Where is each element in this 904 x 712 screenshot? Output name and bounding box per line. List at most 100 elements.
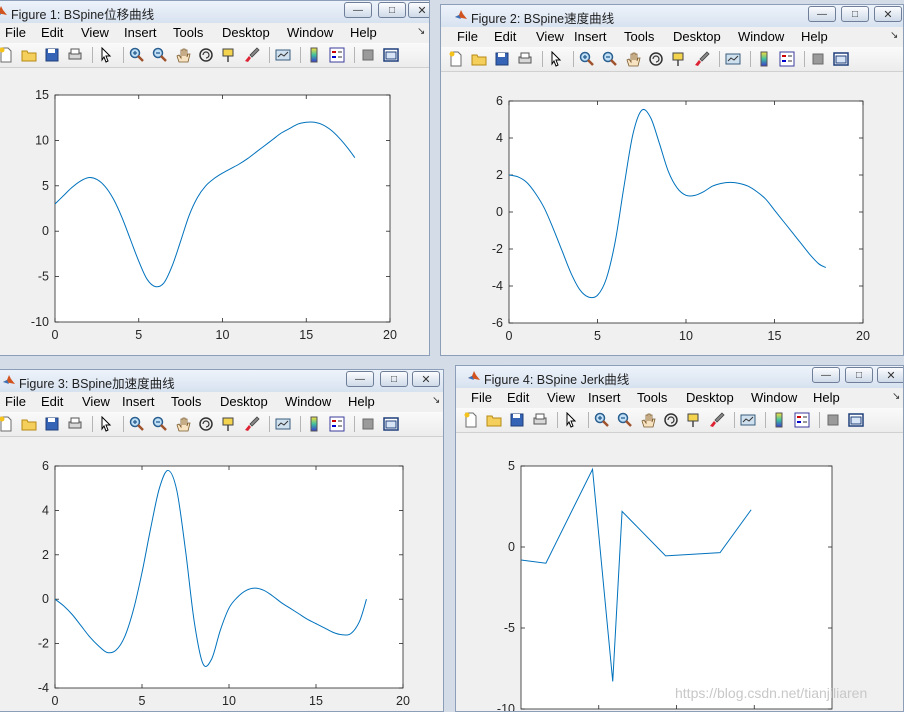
legend-icon[interactable] <box>779 51 795 67</box>
pan-hand-icon[interactable] <box>640 412 656 428</box>
pointer-icon[interactable] <box>563 412 579 428</box>
rotate-3d-icon[interactable] <box>663 412 679 428</box>
legend-icon[interactable] <box>329 47 345 63</box>
print-icon[interactable] <box>532 412 548 428</box>
menu-view[interactable]: View <box>536 29 564 44</box>
brush-icon[interactable] <box>244 47 260 63</box>
brush-icon[interactable] <box>709 412 725 428</box>
save-icon[interactable] <box>44 47 60 63</box>
open-folder-icon[interactable] <box>21 47 37 63</box>
open-folder-icon[interactable] <box>471 51 487 67</box>
print-icon[interactable] <box>517 51 533 67</box>
new-file-icon[interactable] <box>448 51 464 67</box>
zoom-in-icon[interactable] <box>129 47 145 63</box>
menu-insert[interactable]: Insert <box>588 390 621 405</box>
menu-help[interactable]: Help <box>801 29 828 44</box>
link-plot-icon[interactable] <box>275 47 291 63</box>
brush-icon[interactable] <box>244 416 260 432</box>
colorbar-icon[interactable] <box>306 416 322 432</box>
title-bar[interactable]: Figure 1: BSpine位移曲线 — □ ✕ <box>0 1 429 24</box>
maximize-button[interactable]: □ <box>380 371 408 387</box>
menu-file[interactable]: File <box>5 25 26 40</box>
maximize-button[interactable]: □ <box>845 367 873 383</box>
minimize-button[interactable]: — <box>346 371 374 387</box>
show-plot-tools-icon[interactable] <box>383 416 399 432</box>
menu-desktop[interactable]: Desktop <box>673 29 721 44</box>
pan-hand-icon[interactable] <box>175 47 191 63</box>
show-plot-tools-icon[interactable] <box>848 412 864 428</box>
figure-window-3[interactable]: Figure 3: BSpine加速度曲线 — □ ✕ File Edit View Inse… <box>0 369 444 712</box>
zoom-in-icon[interactable] <box>579 51 595 67</box>
menu-edit[interactable]: Edit <box>41 394 63 409</box>
menu-help[interactable]: Help <box>348 394 375 409</box>
menu-window[interactable]: Window <box>738 29 784 44</box>
menu-edit[interactable]: Edit <box>507 390 529 405</box>
axes-box[interactable] <box>54 94 391 323</box>
rotate-3d-icon[interactable] <box>648 51 664 67</box>
menu-window[interactable]: Window <box>751 390 797 405</box>
axes-box[interactable] <box>508 100 864 324</box>
menu-view[interactable]: View <box>82 394 110 409</box>
axes-box[interactable] <box>520 465 833 710</box>
print-icon[interactable] <box>67 47 83 63</box>
menu-insert[interactable]: Insert <box>122 394 155 409</box>
maximize-button[interactable]: □ <box>378 2 406 18</box>
close-button[interactable]: ✕ <box>412 371 440 387</box>
save-icon[interactable] <box>494 51 510 67</box>
menu-desktop[interactable]: Desktop <box>220 394 268 409</box>
pointer-icon[interactable] <box>98 47 114 63</box>
dock-arrow-icon[interactable]: ↘ <box>890 30 898 41</box>
minimize-button[interactable]: — <box>344 2 372 18</box>
minimize-button[interactable]: — <box>812 367 840 383</box>
menu-help[interactable]: Help <box>350 25 377 40</box>
title-bar[interactable]: Figure 4: BSpine Jerk曲线 — □ ✕ <box>456 366 903 389</box>
open-folder-icon[interactable] <box>486 412 502 428</box>
menu-edit[interactable]: Edit <box>494 29 516 44</box>
menu-edit[interactable]: Edit <box>41 25 63 40</box>
link-plot-icon[interactable] <box>275 416 291 432</box>
save-icon[interactable] <box>44 416 60 432</box>
colorbar-icon[interactable] <box>771 412 787 428</box>
new-file-icon[interactable] <box>0 47 14 63</box>
zoom-out-icon[interactable] <box>602 51 618 67</box>
title-bar[interactable]: Figure 2: BSpine速度曲线 — □ ✕ <box>441 5 903 28</box>
pointer-icon[interactable] <box>548 51 564 67</box>
new-file-icon[interactable] <box>0 416 14 432</box>
menu-insert[interactable]: Insert <box>574 29 607 44</box>
legend-icon[interactable] <box>794 412 810 428</box>
menu-tools[interactable]: Tools <box>173 25 203 40</box>
hide-plot-tools-icon[interactable] <box>360 416 376 432</box>
data-cursor-icon[interactable] <box>671 51 687 67</box>
link-plot-icon[interactable] <box>740 412 756 428</box>
zoom-in-icon[interactable] <box>594 412 610 428</box>
hide-plot-tools-icon[interactable] <box>825 412 841 428</box>
open-folder-icon[interactable] <box>21 416 37 432</box>
menu-view[interactable]: View <box>81 25 109 40</box>
menu-tools[interactable]: Tools <box>624 29 654 44</box>
print-icon[interactable] <box>67 416 83 432</box>
zoom-out-icon[interactable] <box>152 416 168 432</box>
menu-file[interactable]: File <box>457 29 478 44</box>
figure-window-4[interactable]: Figure 4: BSpine Jerk曲线 — □ ✕ File Edit View In… <box>455 365 904 712</box>
rotate-3d-icon[interactable] <box>198 47 214 63</box>
link-plot-icon[interactable] <box>725 51 741 67</box>
dock-arrow-icon[interactable]: ↘ <box>432 395 440 406</box>
minimize-button[interactable]: — <box>808 6 836 22</box>
close-button[interactable]: ✕ <box>874 6 902 22</box>
hide-plot-tools-icon[interactable] <box>810 51 826 67</box>
menu-help[interactable]: Help <box>813 390 840 405</box>
menu-view[interactable]: View <box>547 390 575 405</box>
menu-window[interactable]: Window <box>287 25 333 40</box>
data-cursor-icon[interactable] <box>221 47 237 63</box>
close-button[interactable]: ✕ <box>408 2 429 18</box>
brush-icon[interactable] <box>694 51 710 67</box>
pan-hand-icon[interactable] <box>175 416 191 432</box>
dock-arrow-icon[interactable]: ↘ <box>892 391 900 402</box>
pan-hand-icon[interactable] <box>625 51 641 67</box>
data-cursor-icon[interactable] <box>686 412 702 428</box>
zoom-in-icon[interactable] <box>129 416 145 432</box>
zoom-out-icon[interactable] <box>152 47 168 63</box>
title-bar[interactable]: Figure 3: BSpine加速度曲线 — □ ✕ <box>0 370 443 393</box>
menu-tools[interactable]: Tools <box>171 394 201 409</box>
menu-file[interactable]: File <box>471 390 492 405</box>
